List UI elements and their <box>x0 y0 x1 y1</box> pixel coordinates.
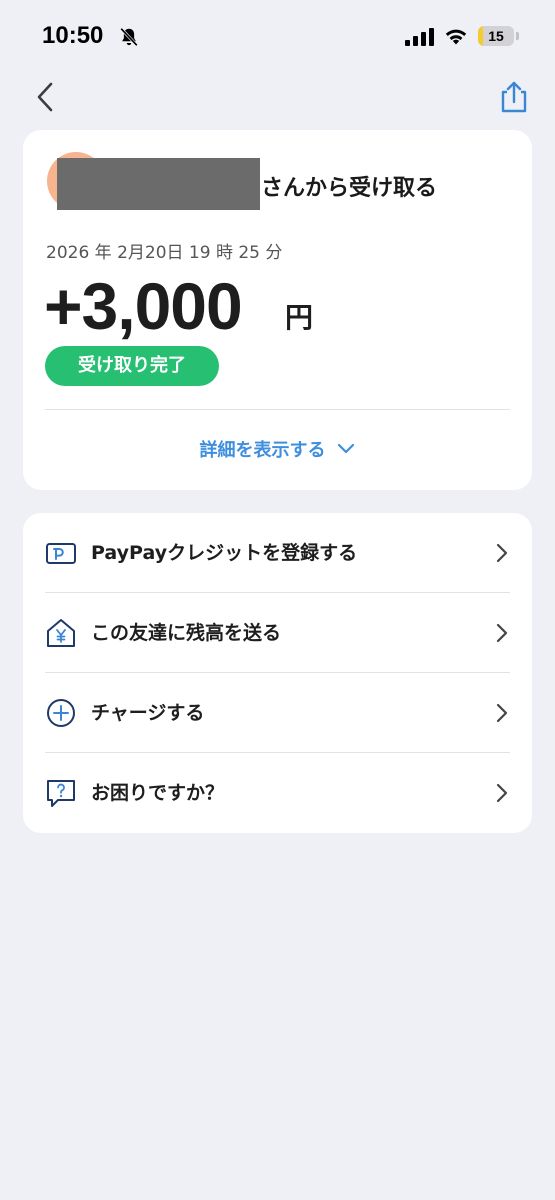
chevron-right-icon <box>496 623 508 643</box>
sender-label: さんから受け取る <box>261 176 438 201</box>
back-button[interactable] <box>32 80 60 114</box>
credit-card-icon <box>46 543 76 564</box>
status-time: 10:50 <box>42 22 104 49</box>
bell-slash-icon <box>120 27 138 47</box>
list-item-label: お困りですか？ <box>91 782 225 804</box>
chevron-right-icon <box>496 783 508 803</box>
redacted-sender-name <box>57 158 260 210</box>
help-bubble-icon <box>47 780 75 807</box>
cellular-signal-icon <box>405 28 434 46</box>
battery-percentage: 15 <box>488 28 504 44</box>
transaction-datetime: 2026 年 2月20日 19 時 25 分 <box>46 243 283 263</box>
battery-nub <box>516 32 519 40</box>
status-bar: 10:50 15 <box>0 0 555 70</box>
battery-icon: 15 <box>478 26 514 46</box>
currency-label: 円 <box>285 301 314 334</box>
plus-circle-icon <box>47 699 75 727</box>
action-list: PayPayクレジットを登録する この友達に残高を送る チャージする お困りです… <box>23 513 532 833</box>
list-item-charge[interactable]: チャージする <box>23 673 532 753</box>
chevron-down-icon <box>337 443 354 454</box>
wifi-icon <box>445 29 467 45</box>
chevron-right-icon <box>496 703 508 723</box>
chevron-right-icon <box>496 543 508 563</box>
show-details-button[interactable]: 詳細を表示する <box>23 434 532 464</box>
transaction-detail-screen: 10:50 15 さんから受け取る 2026 年 2月20日 19 時 25 分… <box>0 0 555 1200</box>
divider <box>45 409 510 410</box>
list-item-label: チャージする <box>91 702 205 724</box>
share-button[interactable] <box>498 80 530 114</box>
list-item-label: この友達に残高を送る <box>91 622 282 644</box>
transaction-amount: +3,000 <box>44 269 243 343</box>
list-item-send-balance[interactable]: この友達に残高を送る <box>23 593 532 673</box>
transaction-card: さんから受け取る 2026 年 2月20日 19 時 25 分 +3,000 円… <box>23 130 532 490</box>
list-item-label: PayPayクレジットを登録する <box>91 542 358 564</box>
list-item-register-credit[interactable]: PayPayクレジットを登録する <box>23 513 532 593</box>
list-item-help[interactable]: お困りですか？ <box>23 753 532 833</box>
status-badge: 受け取り完了 <box>45 346 219 386</box>
house-yen-icon <box>47 619 75 647</box>
show-details-label: 詳細を表示する <box>199 440 326 461</box>
